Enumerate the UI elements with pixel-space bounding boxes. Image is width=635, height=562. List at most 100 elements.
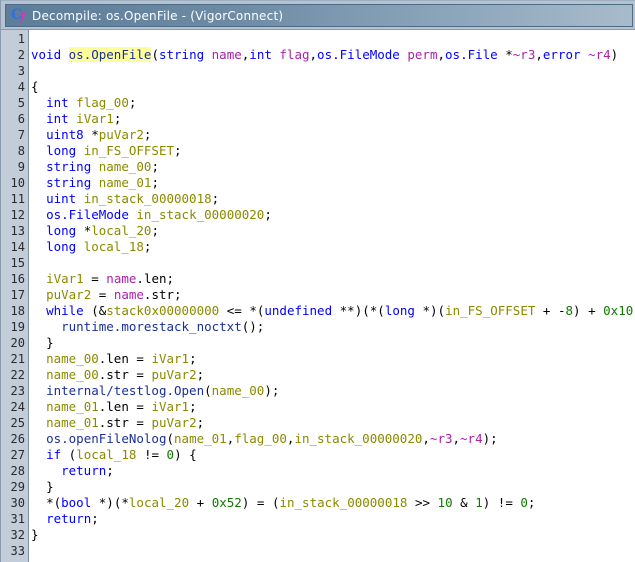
line-number: 25 [10,416,25,430]
code-view[interactable]: void os.OpenFile(string name,int flag,os… [29,30,635,562]
code-line[interactable]: name_01.str = puVar2; [31,415,635,431]
variable-token: local_18 [83,239,144,254]
punctuation-token: * [91,127,99,142]
punctuation-token: , [452,431,461,446]
code-line[interactable]: uint8 *puVar2; [31,127,635,143]
code-line[interactable]: uint in_stack_00000018; [31,191,635,207]
line-number: 27 [10,448,25,462]
keyword-token: int [46,95,69,110]
code-line[interactable]: long *local_20; [31,223,635,239]
code-line[interactable]: while (&stack0x00000000 <= *(undefined *… [31,303,635,319]
code-line[interactable] [31,63,635,79]
line-number: 3 [17,64,25,78]
letter-f-glyph: f [20,9,25,23]
punctuation-token: = [234,303,242,318]
code-line[interactable]: } [31,335,635,351]
line-number: 29 [10,480,25,494]
punctuation-token: ; [151,223,159,238]
variable-token: iVar1 [76,111,114,126]
variable-token: flag_00 [234,431,287,446]
keyword-token: bool [61,495,92,510]
code-line[interactable]: internal/testlog.Open(name_00); [31,383,635,399]
parameter-token: name [113,287,144,302]
punctuation-token: - [557,303,566,318]
code-line[interactable]: long in_FS_OFFSET; [31,143,635,159]
code-line[interactable]: puVar2 = name.str; [31,287,635,303]
punctuation-token: = [136,415,144,430]
code-line[interactable]: *(bool *)(*local_20 + 0x52) = (in_stack_… [31,495,635,511]
variable-token: name_01 [174,431,227,446]
code-line[interactable] [31,543,635,559]
punctuation-token: ; [271,383,280,398]
constant-token: 0 [520,495,528,510]
line-number: 2 [17,48,25,62]
punctuation-token: ; [151,175,159,190]
code-line[interactable]: { [31,79,635,95]
type-token: os.FileMode [46,207,129,222]
identifier-token: len [106,351,129,366]
variable-token: in_FS_OFFSET [445,303,536,318]
punctuation-token: ; [196,415,205,430]
line-number: 18 [10,304,25,318]
parameter-token: ~r4 [460,431,483,446]
keyword-token: int [249,47,272,62]
code-line[interactable] [31,31,635,47]
code-line[interactable]: return; [31,463,635,479]
code-line[interactable]: void os.OpenFile(string name,int flag,os… [31,47,635,63]
line-number: 14 [10,240,25,254]
identifier-token: str [106,367,129,382]
punctuation-token: ; [196,367,205,382]
code-line[interactable]: long local_18; [31,239,635,255]
code-line[interactable] [31,255,635,271]
code-line[interactable]: int flag_00; [31,95,635,111]
code-line[interactable]: if (local_18 != 0) { [31,447,635,463]
code-line[interactable]: os.openFileNolog(name_01,flag_00,in_stac… [31,431,635,447]
punctuation-token: , [535,47,543,62]
constant-token: 1 [437,495,446,510]
code-line[interactable]: string name_00; [31,159,635,175]
variable-token: name_01 [46,415,99,430]
code-line[interactable]: os.FileMode in_stack_00000020; [31,207,635,223]
punctuation-token: ( [437,303,446,318]
code-line[interactable]: name_01.len = iVar1; [31,399,635,415]
variable-token: iVar1 [151,399,190,414]
code-line[interactable]: iVar1 = name.len; [31,271,635,287]
punctuation-token: ; [211,191,220,206]
punctuation-token: * [121,495,129,510]
code-line[interactable]: return; [31,511,635,527]
punctuation-token: ; [527,495,536,510]
punctuation-token: ; [143,127,152,142]
punctuation-token: ; [151,159,159,174]
punctuation-token: = [256,495,265,510]
punctuation-token: ; [128,95,137,110]
code-line[interactable]: } [31,527,635,543]
punctuation-token: ; [490,431,498,446]
editor-content: 1 2 3 4 5 6 7 8 9 10 11 12 13 14 15 16 17 18 19 20 21 22 23 24 2… [1,29,635,562]
code-line[interactable]: name_00.len = iVar1; [31,351,635,367]
identifier-token: str [151,287,175,302]
keyword-token: undefined [264,303,333,318]
punctuation-token: , [309,47,318,62]
code-line[interactable]: name_00.str = puVar2; [31,367,635,383]
punctuation-token: } [31,527,39,542]
constant-token: 0 [166,447,175,462]
identifier-token: len [143,271,167,286]
code-line[interactable]: runtime.morestack_noctxt(); [31,319,635,335]
line-number: 30 [10,496,25,510]
code-line[interactable]: string name_01; [31,175,635,191]
line-number: 12 [10,208,25,222]
variable-token: name_00 [211,383,265,398]
code-line[interactable]: int iVar1; [31,111,635,127]
variable-token: name_00 [46,351,99,366]
punctuation-token: } [46,479,54,494]
function-call-token: internal/testlog.Open [46,383,205,398]
variable-token: name_00 [98,159,152,174]
variable-token: flag_00 [76,95,129,110]
code-line[interactable]: } [31,479,635,495]
punctuation-token: ( [166,431,175,446]
parameter-token: ~r3 [512,47,536,62]
variable-token: local_20 [128,495,190,510]
punctuation-token: { [189,447,197,462]
keyword-token: long [384,303,415,318]
window-titlebar[interactable]: C f Decompile: os.OpenFile - (VigorConne… [5,4,633,27]
